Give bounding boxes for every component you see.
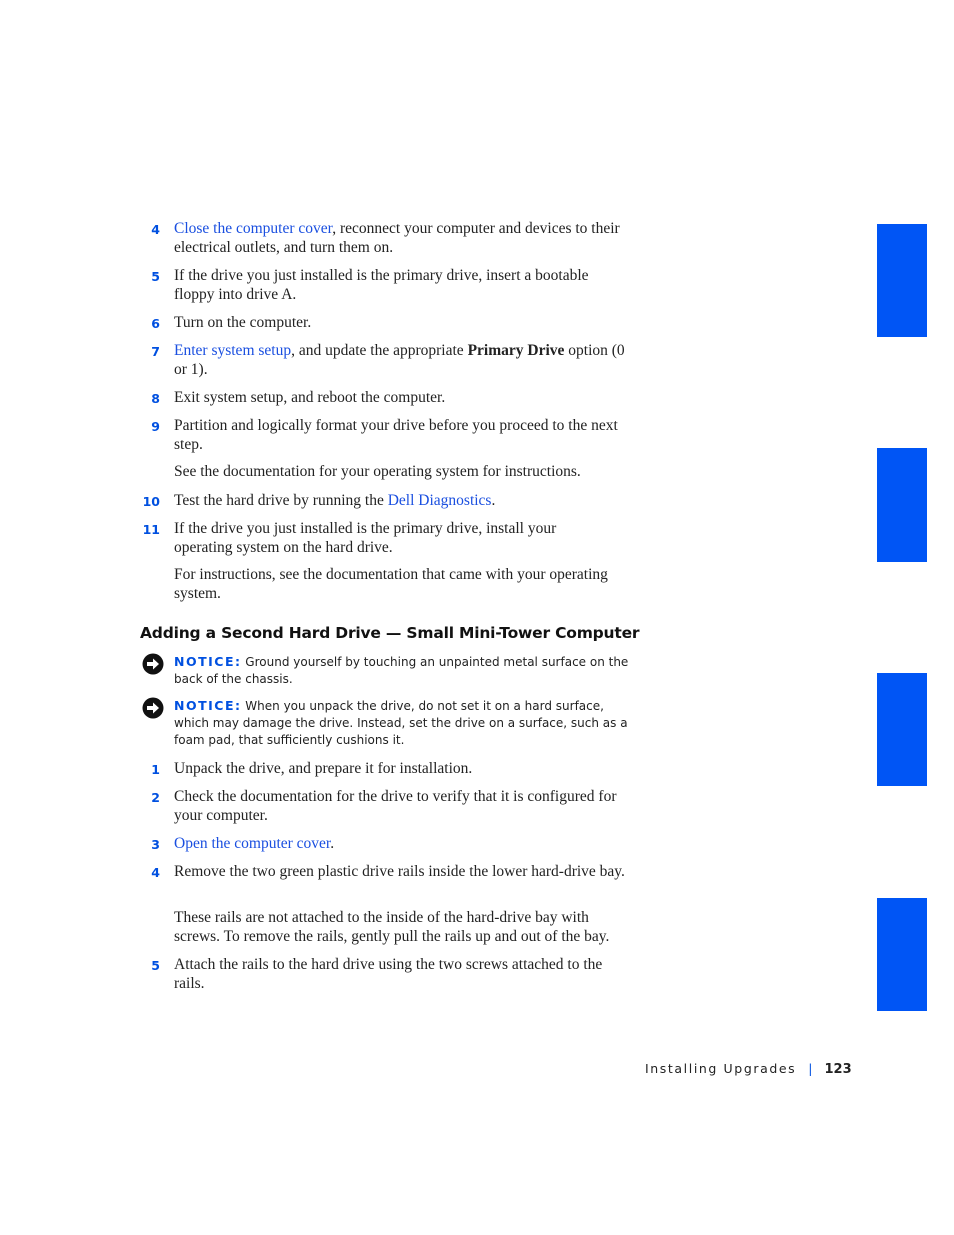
step-number: 5: [151, 958, 160, 973]
step-text: Turn on the computer.: [174, 314, 312, 331]
step-text: Test the hard drive by running the: [174, 492, 388, 509]
step-number: 3: [151, 837, 160, 852]
step-note: For instructions, see the documentation …: [174, 566, 608, 602]
close-cover-link[interactable]: Close the computer cover: [174, 220, 332, 237]
step-number: 10: [142, 494, 160, 509]
chapter-tab: [877, 898, 927, 1011]
step-item: 9 Partition and logically format your dr…: [140, 416, 630, 454]
step-number: 6: [151, 316, 160, 331]
step-item: 4 Remove the two green plastic drive rai…: [140, 862, 630, 881]
notice-text: Ground yourself by touching an unpainted…: [174, 655, 629, 686]
notice-arrow-icon: [142, 653, 164, 675]
step-text: , and update the appropriate: [291, 342, 468, 359]
step-item: 8 Exit system setup, and reboot the comp…: [140, 388, 630, 407]
step-number: 1: [151, 762, 160, 777]
notice: NOTICE: When you unpack the drive, do no…: [142, 697, 632, 749]
step-item: 7 Enter system setup, and update the app…: [140, 341, 630, 379]
footer-separator: |: [808, 1061, 813, 1076]
step-text: If the drive you just installed is the p…: [174, 267, 589, 303]
step-item: 1 Unpack the drive, and prepare it for i…: [140, 759, 630, 778]
footer-section-title: Installing Upgrades: [645, 1061, 797, 1076]
step-item: 2 Check the documentation for the drive …: [140, 787, 630, 825]
notice-label: NOTICE:: [174, 698, 242, 713]
step-text: If the drive you just installed is the p…: [174, 520, 557, 556]
step-number: 11: [142, 522, 160, 537]
step-item: 6 Turn on the computer.: [140, 313, 630, 332]
step-number: 9: [151, 419, 160, 434]
step-text: Exit system setup, and reboot the comput…: [174, 389, 446, 406]
notice: NOTICE: Ground yourself by touching an u…: [142, 653, 632, 688]
open-cover-link[interactable]: Open the computer cover: [174, 835, 330, 852]
page-footer: Installing Upgrades | 123: [645, 1061, 852, 1077]
notice-text: When you unpack the drive, do not set it…: [174, 699, 628, 747]
step-number: 8: [151, 391, 160, 406]
step-note: See the documentation for your operating…: [174, 463, 581, 480]
step-item: 4 Close the computer cover, reconnect yo…: [140, 219, 630, 257]
dell-diagnostics-link[interactable]: Dell Diagnostics: [388, 492, 492, 509]
step-text: Remove the two green plastic drive rails…: [174, 863, 625, 880]
page-number: 123: [824, 1062, 852, 1077]
step-number: 4: [151, 865, 160, 880]
step-text: .: [330, 835, 335, 852]
step-text: Attach the rails to the hard drive using…: [174, 956, 603, 992]
chapter-tab: [877, 448, 927, 562]
step-number: 7: [151, 344, 160, 359]
step-item: 5 Attach the rails to the hard drive usi…: [140, 955, 630, 993]
step-text: Partition and logically format your driv…: [174, 417, 618, 453]
step-text: .: [491, 492, 496, 509]
notice-label: NOTICE:: [174, 654, 242, 669]
step-number: 4: [151, 222, 160, 237]
step-text: Unpack the drive, and prepare it for ins…: [174, 760, 473, 777]
step-item: 3 Open the computer cover.: [140, 834, 630, 853]
option-name: Primary Drive: [467, 342, 565, 359]
enter-setup-link[interactable]: Enter system setup: [174, 342, 291, 359]
step-item: 10 Test the hard drive by running the De…: [140, 491, 630, 510]
notice-arrow-icon: [142, 697, 164, 719]
chapter-tab: [877, 673, 927, 786]
step-number: 2: [151, 790, 160, 805]
step-item: 11 If the drive you just installed is th…: [140, 519, 630, 557]
section-heading: Adding a Second Hard Drive — Small Mini-…: [140, 624, 640, 642]
step-item: 5 If the drive you just installed is the…: [140, 266, 630, 304]
step-note: These rails are not attached to the insi…: [174, 909, 610, 945]
step-text: Check the documentation for the drive to…: [174, 788, 617, 824]
chapter-tab: [877, 224, 927, 337]
step-number: 5: [151, 269, 160, 284]
